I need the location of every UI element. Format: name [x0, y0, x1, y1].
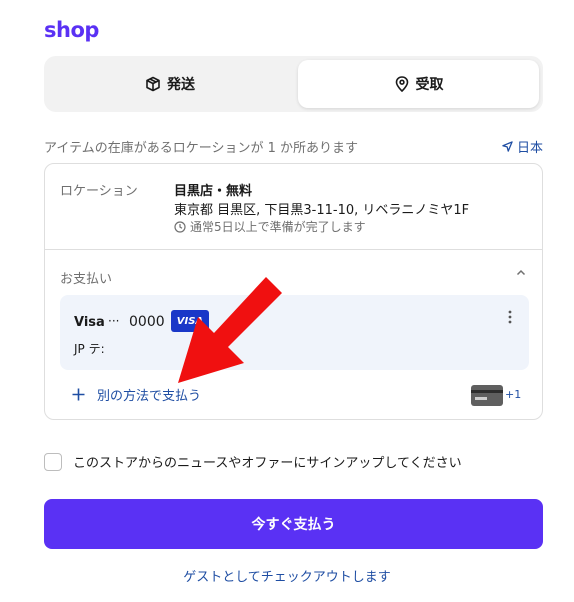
location-row: ロケーション 目黒店・無料 東京都 目黒区, 下目黒3-11-10, リベラニノ… — [45, 164, 542, 250]
saved-payment-method[interactable]: Visa ··· 0000 VISA JP テ: — [60, 295, 529, 370]
card-last4: 0000 — [129, 314, 165, 330]
clock-icon — [174, 220, 186, 233]
location-label: ロケーション — [60, 184, 138, 199]
visa-logo-badge: VISA — [171, 310, 209, 332]
delivery-method-toggle: 発送 受取 — [44, 56, 543, 112]
newsletter-checkbox[interactable] — [44, 452, 62, 471]
location-note: 通常5日以上で準備が完了します — [174, 218, 366, 235]
country-selector[interactable]: 日本 — [502, 137, 543, 156]
country-label: 日本 — [516, 141, 543, 156]
more-payment-count: +1 — [505, 388, 522, 401]
card-brand: Visa — [74, 315, 105, 330]
add-payment-method-label: 別の方法で支払う — [97, 389, 202, 404]
pay-now-button[interactable]: 今すぐ支払う — [44, 499, 543, 549]
newsletter-signup: このストアからのニュースやオファーにサインアップしてください — [44, 452, 462, 471]
location-pin-icon — [395, 76, 408, 92]
more-options-icon[interactable] — [505, 309, 515, 325]
card-mask-dots: ··· — [108, 314, 120, 328]
location-note-text: 通常5日以上で準備が完了します — [190, 220, 366, 234]
credit-card-icon — [471, 385, 503, 406]
navigation-arrow-icon — [502, 141, 513, 152]
location-address: 東京都 目黒区, 下目黒3-11-10, リベラニノミヤ1F — [174, 203, 470, 218]
location-name: 目黒店・無料 — [174, 184, 253, 199]
guest-checkout-link[interactable]: ゲストとしてチェックアウトします — [0, 566, 574, 585]
shipping-option-label: 発送 — [167, 77, 195, 93]
shop-logo: shop — [44, 18, 99, 42]
pickup-payment-card: ロケーション 目黒店・無料 東京都 目黒区, 下目黒3-11-10, リベラニノ… — [44, 163, 543, 420]
pickup-option[interactable]: 受取 — [298, 60, 539, 108]
newsletter-label: このストアからのニュースやオファーにサインアップしてください — [73, 456, 462, 471]
chevron-up-icon[interactable] — [514, 266, 528, 280]
add-payment-method-button[interactable]: 別の方法で支払う — [72, 385, 201, 404]
package-icon — [146, 76, 160, 92]
payment-section-title: お支払い — [60, 272, 113, 287]
availability-row: アイテムの在庫があるロケーションが 1 か所あります 日本 — [44, 137, 543, 156]
shipping-option[interactable]: 発送 — [48, 60, 292, 108]
pickup-option-label: 受取 — [415, 77, 444, 93]
plus-icon — [72, 388, 85, 401]
cardholder-name: JP テ: — [74, 342, 105, 356]
availability-text: アイテムの在庫があるロケーションが 1 か所あります — [44, 141, 358, 156]
